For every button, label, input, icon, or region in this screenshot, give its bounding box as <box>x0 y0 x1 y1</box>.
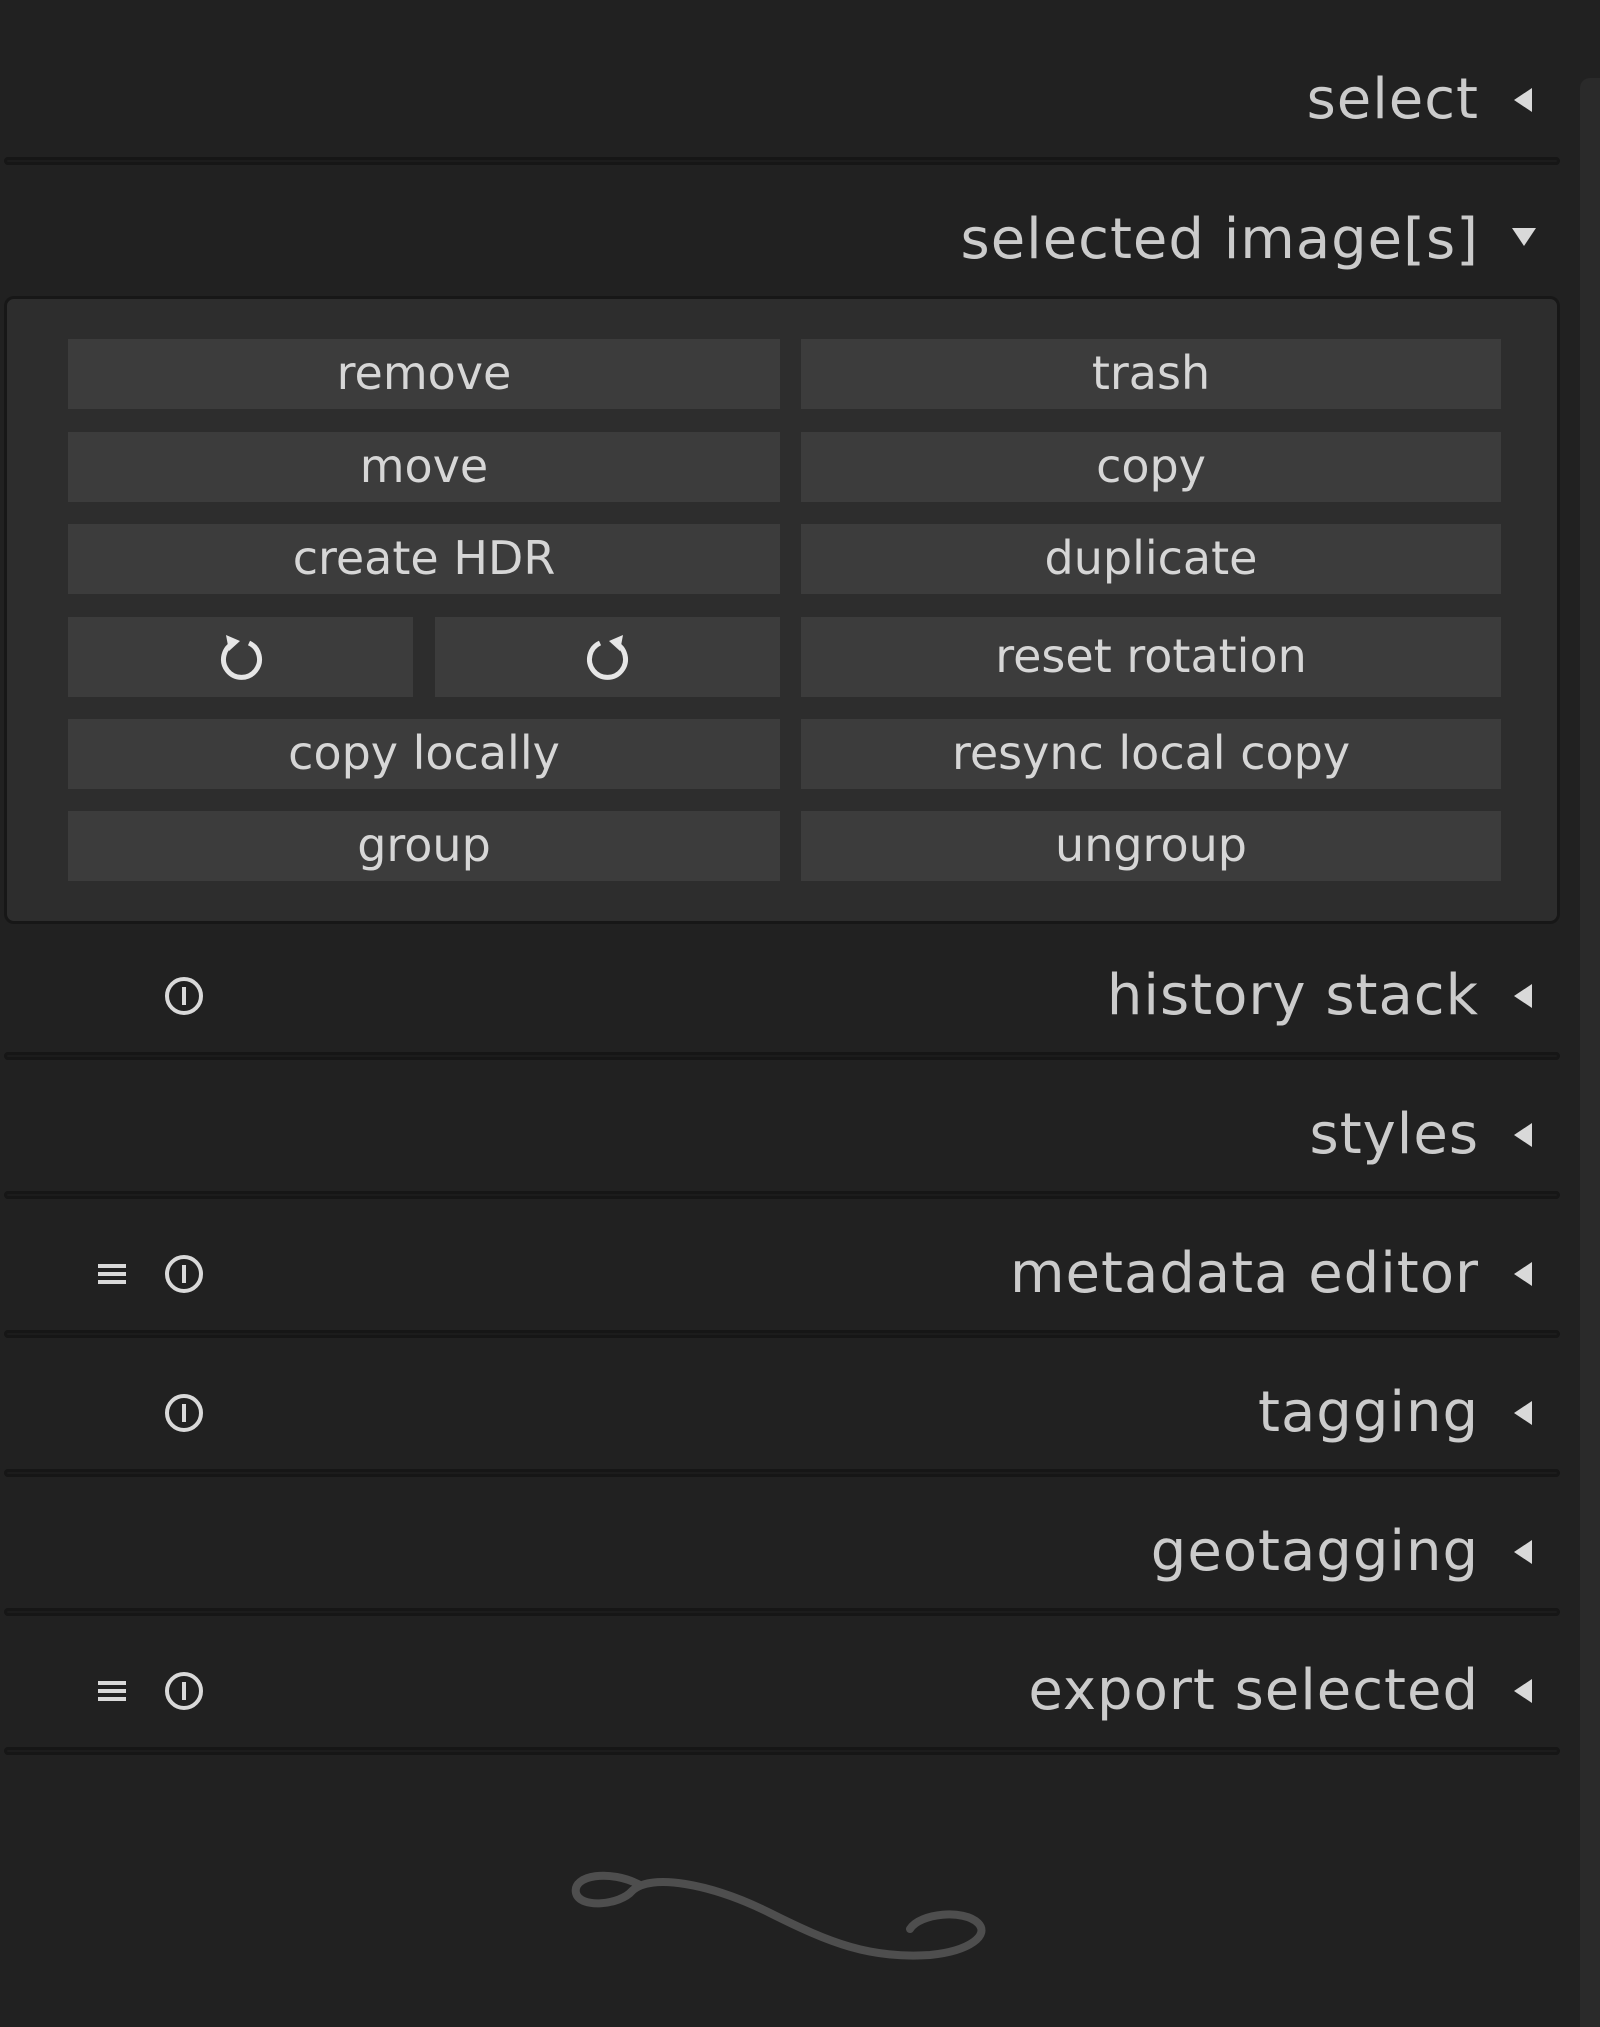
module-separator <box>4 1747 1560 1755</box>
module-label-geotagging: geotagging <box>1150 1519 1479 1584</box>
rotate-cw-icon <box>586 635 628 680</box>
module-label-metadata-editor: metadata editor <box>1009 1241 1479 1306</box>
module-label-history-stack: history stack <box>1106 963 1479 1028</box>
group-button[interactable]: group <box>68 811 780 881</box>
module-header-metadata-editor[interactable]: metadata editor <box>0 1224 1560 1324</box>
module-separator <box>4 1191 1560 1199</box>
collapsed-arrow-icon <box>1504 1641 1544 1741</box>
module-label-styles: styles <box>1309 1102 1479 1167</box>
module-header-history-stack[interactable]: history stack <box>0 946 1560 1046</box>
create-hdr-button[interactable]: create HDR <box>68 524 780 594</box>
copy-button[interactable]: copy <box>801 432 1501 502</box>
module-separator <box>4 1052 1560 1060</box>
remove-button[interactable]: remove <box>68 339 780 409</box>
module-header-styles[interactable]: styles <box>0 1085 1560 1185</box>
flourish-ornament <box>570 1855 1000 1969</box>
module-label-export-selected: export selected <box>1028 1658 1479 1723</box>
module-separator <box>4 157 1560 165</box>
trash-button[interactable]: trash <box>801 339 1501 409</box>
rotate-ccw-button[interactable] <box>68 617 413 697</box>
reset-icon[interactable] <box>162 1224 206 1324</box>
expanded-arrow-icon <box>1504 190 1544 290</box>
presets-icon[interactable] <box>94 1224 130 1324</box>
module-header-geotagging[interactable]: geotagging <box>0 1502 1560 1602</box>
rotate-ccw-icon <box>220 635 262 680</box>
reset-icon[interactable] <box>162 1641 206 1741</box>
collapsed-arrow-icon <box>1504 1085 1544 1185</box>
module-separator <box>4 1330 1560 1338</box>
collapsed-arrow-icon <box>1504 1363 1544 1463</box>
module-header-select[interactable]: select <box>0 50 1560 150</box>
module-header-tagging[interactable]: tagging <box>0 1363 1560 1463</box>
module-header-export-selected[interactable]: export selected <box>0 1641 1560 1741</box>
module-label-select: select <box>1306 67 1479 132</box>
copy-locally-button[interactable]: copy locally <box>68 719 780 789</box>
reset-icon[interactable] <box>162 946 206 1046</box>
collapsed-arrow-icon <box>1504 1224 1544 1324</box>
ungroup-button[interactable]: ungroup <box>801 811 1501 881</box>
resync-local-copy-button[interactable]: resync local copy <box>801 719 1501 789</box>
selected-images-body: remove trash move copy create HDR duplic… <box>4 296 1560 924</box>
module-separator <box>4 1608 1560 1616</box>
reset-rotation-button[interactable]: reset rotation <box>801 617 1501 697</box>
move-button[interactable]: move <box>68 432 780 502</box>
module-separator <box>4 1469 1560 1477</box>
module-label-selected-images: selected image[s] <box>960 207 1479 272</box>
collapsed-arrow-icon <box>1504 1502 1544 1602</box>
panel-scrollbar[interactable] <box>1580 78 1600 2027</box>
presets-icon[interactable] <box>94 1641 130 1741</box>
collapsed-arrow-icon <box>1504 50 1544 150</box>
right-panel: select selected image[s] remove trash mo… <box>0 0 1600 2027</box>
rotate-cw-button[interactable] <box>435 617 780 697</box>
reset-icon[interactable] <box>162 1363 206 1463</box>
module-header-selected-images[interactable]: selected image[s] <box>0 190 1560 290</box>
collapsed-arrow-icon <box>1504 946 1544 1046</box>
module-label-tagging: tagging <box>1258 1380 1479 1445</box>
duplicate-button[interactable]: duplicate <box>801 524 1501 594</box>
